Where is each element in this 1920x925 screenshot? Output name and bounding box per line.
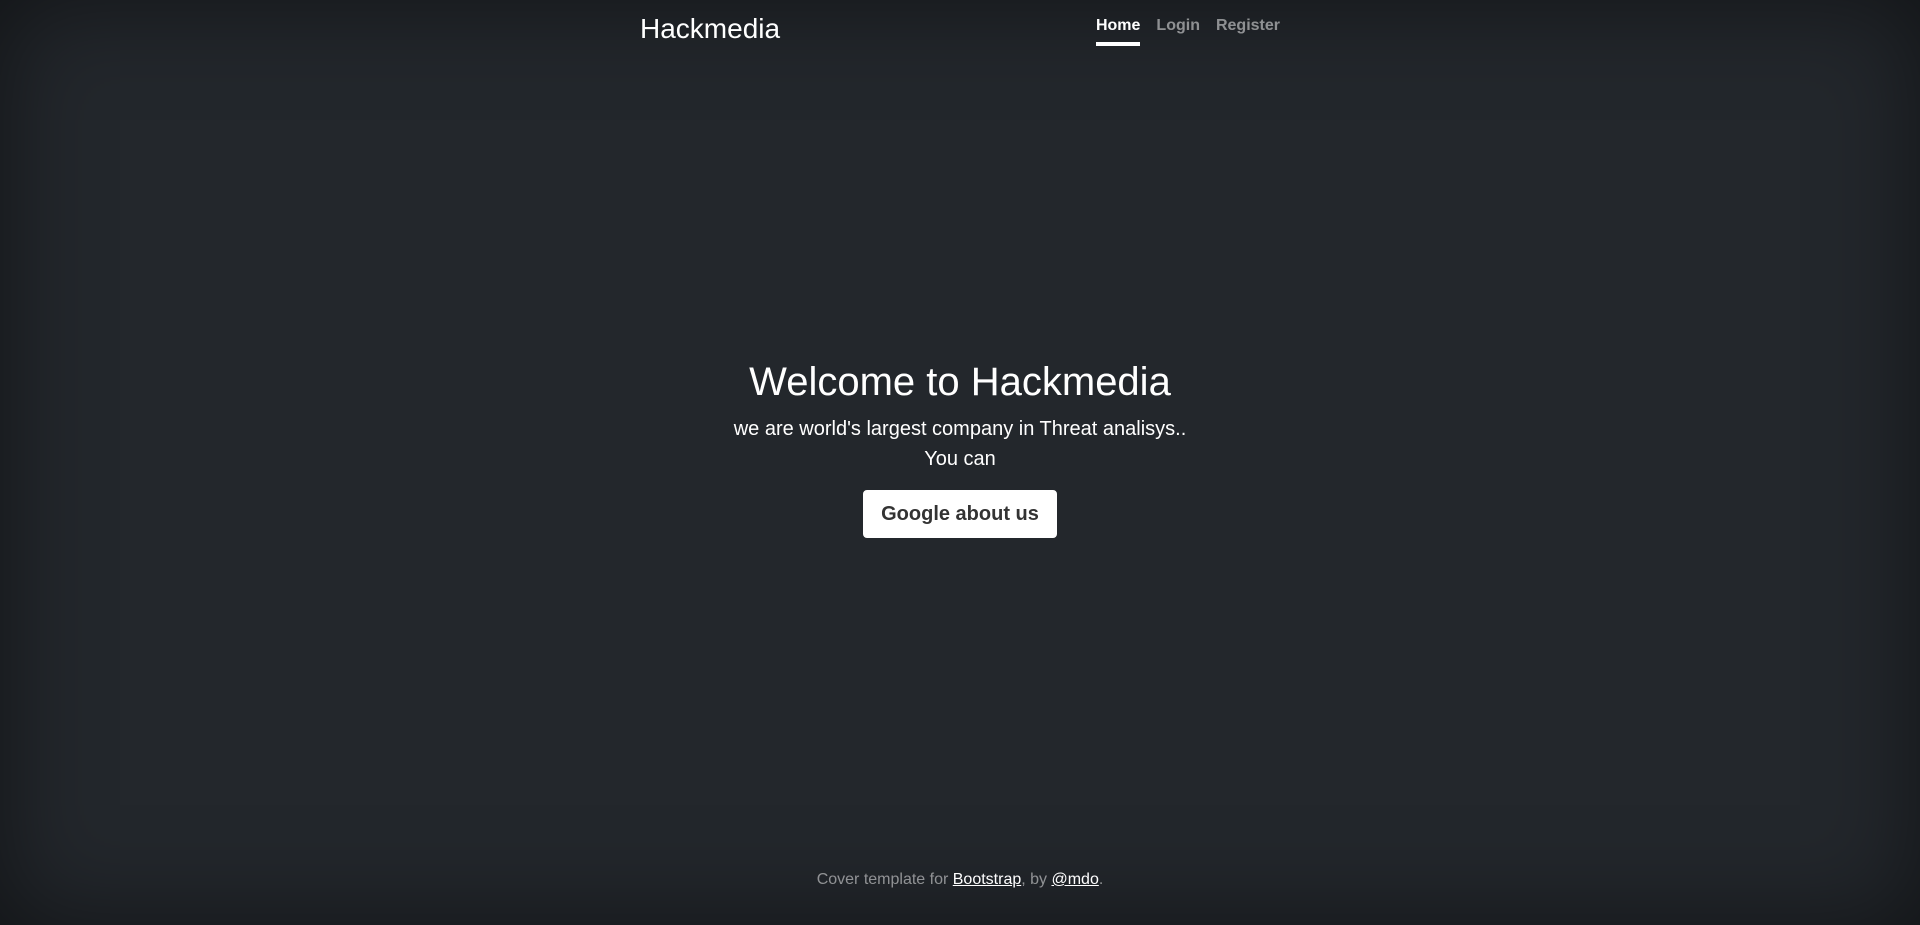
nav-register-link[interactable]: Register (1216, 16, 1280, 46)
nav-login-link[interactable]: Login (1156, 16, 1200, 46)
lead-text: we are world's largest company in Threat… (0, 414, 1920, 474)
brand-title: Hackmedia (640, 13, 781, 44)
cover-content: Welcome to Hackmedia we are world's larg… (0, 356, 1920, 538)
bootstrap-link[interactable]: Bootstrap (953, 871, 1021, 888)
lead-line-1: we are world's largest company in Threat… (733, 418, 1187, 440)
mdo-link[interactable]: @mdo (1051, 871, 1098, 888)
cover-heading: Welcome to Hackmedia (749, 360, 1171, 404)
nav-home-link[interactable]: Home (1095, 16, 1141, 46)
footer-text-middle: , by (1021, 871, 1052, 888)
main-nav: Home Login Register (1095, 16, 1280, 46)
footer-text-suffix: . (1098, 871, 1104, 888)
google-about-us-button[interactable]: Google about us (863, 490, 1057, 538)
masthead: Hackmedia Home Login Register (640, 0, 1280, 56)
footer-text-prefix: Cover template for (816, 871, 953, 888)
lead-line-2: You can (924, 448, 996, 470)
footer: Cover template for Bootstrap, by @mdo. (0, 870, 1920, 890)
